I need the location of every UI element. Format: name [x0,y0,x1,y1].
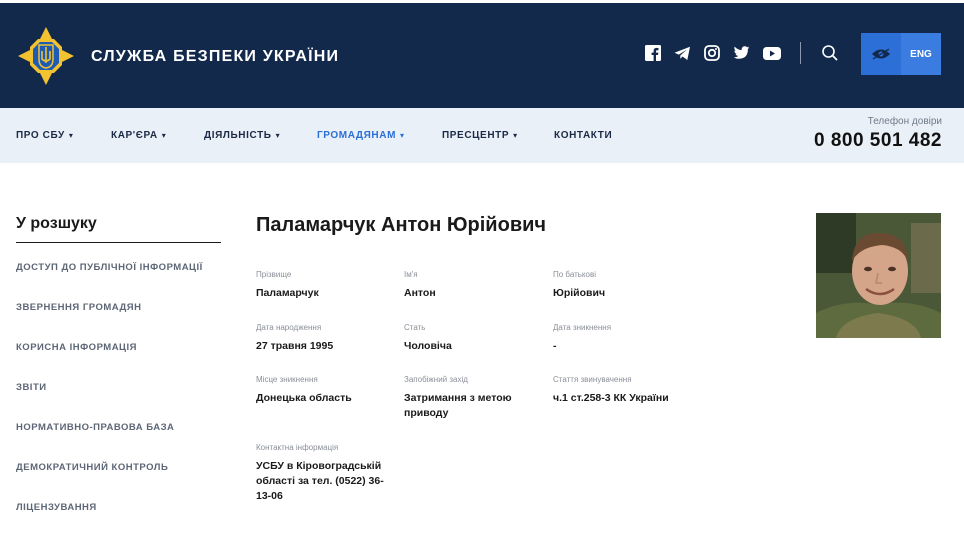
field-label: Дата зникнення [553,323,612,332]
field-label: Місце зникнення [256,375,318,384]
chevron-down-icon: ▾ [513,131,518,140]
person-photo[interactable] [816,213,941,338]
chevron-down-icon: ▾ [400,131,405,140]
sidebar-item-licensing[interactable]: ЛІЦЕНЗУВАННЯ [16,502,97,513]
field-surname: Прізвище Паламарчук [256,270,394,301]
nav-item-citizens[interactable]: ГРОМАДЯНАМ ▾ [317,130,405,141]
sidebar-title: У розшуку [16,215,97,232]
site-title[interactable]: СЛУЖБА БЕЗПЕКИ УКРАЇНИ [91,48,339,66]
field-value: - [553,340,557,352]
eye-icon [872,48,890,60]
field-patronymic: По батькові Юрійович [553,270,691,301]
language-switch-button[interactable]: ENG [901,33,941,75]
field-value: Антон [404,287,436,299]
field-label: Стаття звинувачення [553,375,632,384]
instagram-icon[interactable] [702,43,722,63]
twitter-icon[interactable] [731,43,751,63]
search-icon[interactable] [820,43,840,63]
field-value: 27 травня 1995 [256,340,334,352]
sidebar-divider [16,242,221,243]
nav-item-press-center[interactable]: ПРЕСЦЕНТР ▾ [442,130,518,141]
nav-item-label: ПРЕСЦЕНТР [442,130,510,141]
telegram-icon[interactable] [672,43,692,63]
sidebar-item-public-info[interactable]: ДОСТУП ДО ПУБЛІЧНОЇ ІНФОРМАЦІЇ [16,262,203,273]
sidebar-item-reports[interactable]: ЗВІТИ [16,382,47,393]
hotline-number[interactable]: 0 800 501 482 [814,130,942,152]
nav-item-activity[interactable]: ДІЯЛЬНІСТЬ ▾ [204,130,280,141]
field-value: ч.1 ст.258-3 КК України [553,392,669,404]
accessibility-button[interactable] [861,33,901,75]
chevron-down-icon: ▾ [275,131,281,140]
nav-item-label: КАР'ЄРА [111,130,158,141]
hotline-label: Телефон довіри [867,116,942,127]
sidebar-item-legal-base[interactable]: НОРМАТИВНО-ПРАВОВА БАЗА [16,422,174,433]
field-label: Стать [404,323,426,332]
field-label: По батькові [553,270,596,279]
sbu-emblem-icon[interactable] [16,25,76,87]
portrait-image [816,213,941,338]
field-value: Юрійович [553,287,606,299]
field-first-name: Ім'я Антон [404,270,542,301]
header-divider [800,42,801,64]
field-value: Донецька область [256,392,352,404]
sidebar-item-citizen-appeals[interactable]: ЗВЕРНЕННЯ ГРОМАДЯН [16,302,141,313]
field-preventive-measure: Запобіжний захід Затримання з метою прив… [404,375,542,421]
field-label: Прізвище [256,270,292,279]
sidebar-item-useful-info[interactable]: КОРИСНА ІНФОРМАЦІЯ [16,342,137,353]
field-birth-date: Дата народження 27 травня 1995 [256,323,394,354]
sidebar-item-democratic-control[interactable]: ДЕМОКРАТИЧНИЙ КОНТРОЛЬ [16,462,168,473]
field-contact-info: Контактна інформація УСБУ в Кіровоградсь… [256,443,396,504]
nav-item-label: ГРОМАДЯНАМ [317,130,396,141]
field-label: Ім'я [404,270,418,279]
nav-item-contacts[interactable]: КОНТАКТИ [554,130,612,141]
youtube-icon[interactable] [762,43,782,63]
field-missing-place: Місце зникнення Донецька область [256,375,394,406]
nav-item-about[interactable]: ПРО СБУ ▾ [16,130,74,141]
field-missing-date: Дата зникнення - [553,323,691,354]
field-label: Запобіжний захід [404,375,468,384]
nav-item-career[interactable]: КАР'ЄРА ▾ [111,130,166,141]
nav-item-label: ДІЯЛЬНІСТЬ [204,130,272,141]
page-title: Паламарчук Антон Юрійович [256,214,547,236]
facebook-icon[interactable] [643,43,663,63]
nav-item-label: ПРО СБУ [16,130,65,141]
field-value: Чоловіча [404,340,452,352]
field-label: Дата народження [256,323,322,332]
nav-item-label: КОНТАКТИ [554,130,613,141]
chevron-down-icon: ▾ [68,131,74,140]
field-label: Контактна інформація [256,443,339,452]
field-value: Паламарчук [256,287,319,299]
field-sex: Стать Чоловіча [404,323,542,354]
field-value: УСБУ в Кіровоградській області за тел. (… [256,460,384,502]
field-value: Затримання з метою приводу [404,392,512,419]
field-charge-article: Стаття звинувачення ч.1 ст.258-3 КК Укра… [553,375,713,406]
chevron-down-icon: ▾ [161,131,167,140]
